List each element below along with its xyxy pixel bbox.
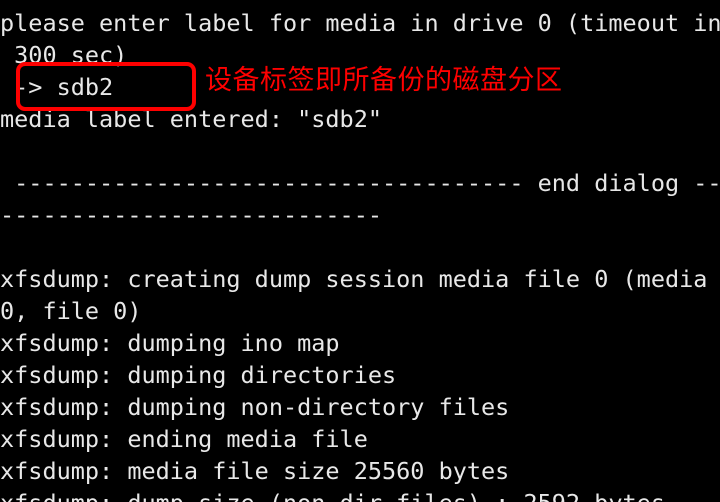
terminal-line: xfsdump: creating dump session media fil… — [0, 265, 708, 293]
annotation-label-note: 设备标签即所备份的磁盘分区 — [205, 65, 563, 96]
terminal-line: xfsdump: media file size 25560 bytes — [0, 457, 510, 485]
terminal-line: xfsdump: dumping non-directory files — [0, 393, 510, 421]
terminal-line: 0, file 0) — [0, 297, 142, 325]
terminal-window: please enter label for media in drive 0 … — [0, 0, 720, 502]
terminal-line-separator: --------------------------- — [0, 201, 383, 229]
terminal-line: xfsdump: dump size (non-dir files) : 259… — [0, 487, 720, 502]
terminal-line: xfsdump: dumping ino map — [0, 329, 340, 357]
terminal-line: xfsdump: ending media file — [0, 425, 368, 453]
terminal-line: please enter label for media in drive 0 … — [0, 9, 720, 37]
terminal-line: xfsdump: dumping directories — [0, 361, 397, 389]
terminal-line-end-dialog: ------------------------------------ end… — [0, 169, 720, 197]
terminal-line: media label entered: "sdb2" — [0, 105, 383, 133]
